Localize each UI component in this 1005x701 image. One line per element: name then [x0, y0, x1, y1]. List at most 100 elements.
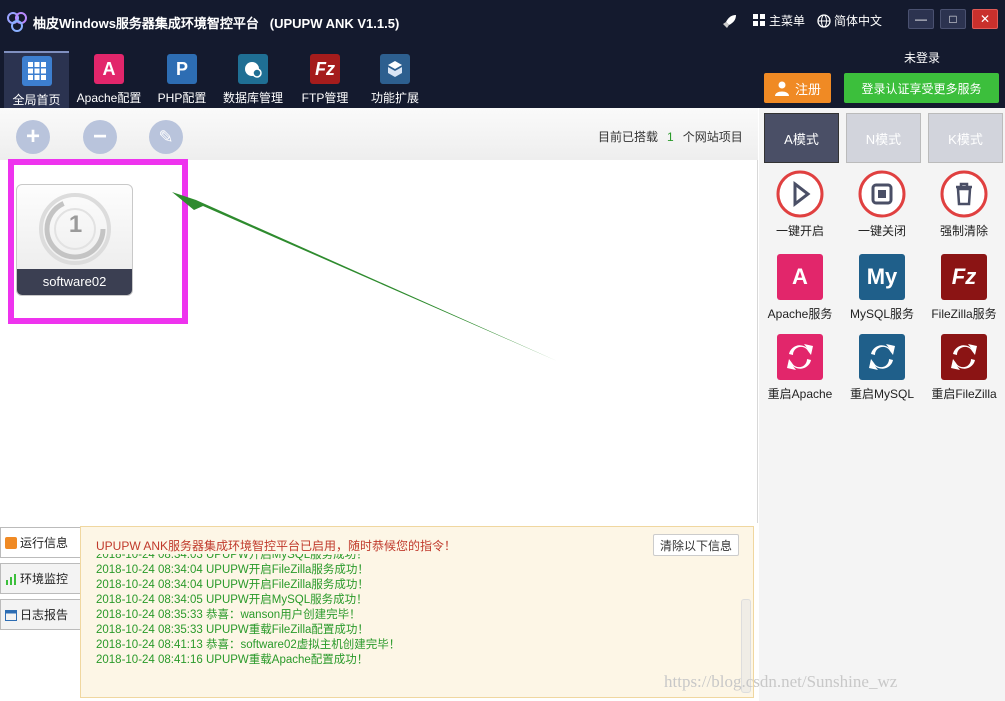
trash-icon — [940, 170, 988, 218]
title-bar: 柚皮Windows服务器集成环境智控平台 (UPUPW ANK V1.1.5) … — [0, 0, 1005, 44]
filezilla-icon: Fz — [310, 54, 340, 84]
toolbar-label-home: 全局首页 — [12, 93, 61, 107]
message-icon — [5, 536, 17, 549]
app-window: 柚皮Windows服务器集成环境智控平台 (UPUPW ANK V1.1.5) … — [0, 0, 1005, 701]
filezilla-service-label: FileZilla服务 — [931, 307, 997, 321]
force-clear-label: 强制清除 — [939, 224, 988, 238]
toolbar-item-php[interactable]: P PHP配置 — [152, 51, 212, 108]
restart-filezilla-button[interactable]: 重启FileZilla — [923, 333, 1005, 402]
site-count-prefix: 目前已搭载 — [598, 130, 659, 144]
minus-icon: − — [92, 123, 107, 150]
start-all-button[interactable]: 一键开启 — [759, 170, 841, 239]
toolbar-label-php: PHP配置 — [157, 91, 207, 105]
toolbar-label-extensions: 功能扩展 — [370, 91, 419, 105]
site-card[interactable]: 1 software02 — [16, 184, 133, 296]
filezilla-service-icon: Fz — [940, 253, 988, 301]
log-list: 2018-10-24 08:34:03 UPUPW开启MySQL服务成功！ 20… — [96, 554, 726, 697]
tab-env-monitor-label: 环境监控 — [20, 572, 69, 586]
close-icon: ✕ — [979, 12, 991, 26]
apache-service-label: Apache服务 — [767, 307, 833, 321]
toolbar-item-home[interactable]: 全局首页 — [4, 51, 69, 108]
filezilla-service-button[interactable]: Fz FileZilla服务 — [923, 253, 1005, 322]
stop-all-button[interactable]: 一键关闭 — [841, 170, 923, 239]
start-all-label: 一键开启 — [775, 224, 824, 238]
minimize-button[interactable]: — — [908, 9, 934, 29]
mysql-service-label: MySQL服务 — [849, 307, 914, 321]
mysql-service-icon: My — [858, 253, 906, 301]
log-line: 2018-10-24 08:35:33 UPUPW重载FileZilla配置成功… — [96, 624, 369, 636]
toolbar-item-extensions[interactable]: 功能扩展 — [365, 51, 425, 108]
globe-icon — [817, 13, 831, 28]
site-name: software02 — [17, 269, 132, 295]
pencil-icon: ✎ — [158, 126, 174, 147]
rocket-button[interactable] — [722, 13, 741, 29]
close-button[interactable]: ✕ — [972, 9, 998, 29]
apache-service-button[interactable]: A Apache服务 — [759, 253, 841, 322]
stop-all-label: 一键关闭 — [857, 224, 906, 238]
watermark: https://blog.csdn.net/Sunshine_wz — [664, 672, 898, 691]
main-menu-button[interactable]: 主菜单 — [753, 12, 805, 29]
site-count-suffix: 个网站项目 — [682, 130, 743, 144]
grid-menu-icon — [753, 14, 765, 26]
log-panel: UPUPW ANK服务器集成环境智控平台已启用，随时恭候您的指令！ 清除以下信息… — [80, 526, 754, 698]
tab-mode-n[interactable]: N模式 — [846, 113, 921, 163]
log-line: 2018-10-24 08:35:33 恭喜：wanson用户创建完毕！ — [96, 609, 361, 621]
window-title: 柚皮Windows服务器集成环境智控平台 (UPUPW ANK V1.1.5) — [33, 16, 400, 31]
home-grid-icon — [21, 56, 52, 86]
site-area: + − ✎ 目前已搭载 1 个网站项目 1 software02 — [0, 108, 758, 523]
toolbar-item-ftp[interactable]: Fz FTP管理 — [295, 51, 355, 108]
site-count-value: 1 — [667, 130, 674, 144]
language-label: 简体中文 — [834, 14, 883, 28]
edit-site-button[interactable]: ✎ — [149, 120, 183, 154]
restart-apache-button[interactable]: 重启Apache — [759, 333, 841, 402]
log-line: 2018-10-24 08:34:04 UPUPW开启FileZilla服务成功… — [96, 579, 369, 591]
restart-apache-icon — [776, 333, 824, 381]
tab-env-monitor[interactable]: 环境监控 — [0, 563, 81, 594]
extension-box-icon — [380, 54, 410, 84]
tab-mode-a[interactable]: A模式 — [764, 113, 839, 163]
toolbar-item-apache[interactable]: A Apache配置 — [73, 51, 145, 108]
restart-filezilla-label: 重启FileZilla — [931, 387, 997, 401]
toolbar-label-ftp: FTP管理 — [301, 91, 349, 105]
top-actions: 主菜单 简体中文 — [722, 12, 894, 29]
app-logo-icon — [7, 12, 27, 32]
toolbar-item-database[interactable]: 数据库管理 — [220, 51, 286, 108]
restart-mysql-label: 重启MySQL — [849, 387, 914, 401]
tab-run-info[interactable]: 运行信息 — [0, 527, 81, 558]
force-clear-button[interactable]: 强制清除 — [923, 170, 1005, 239]
toolbar-label-apache: Apache配置 — [76, 91, 142, 105]
maximize-button[interactable]: □ — [940, 9, 966, 29]
main-menu-label: 主菜单 — [769, 14, 806, 28]
main-toolbar: 全局首页 A Apache配置 P PHP配置 数据库管理 Fz FTP管理 功… — [0, 44, 1005, 108]
log-line: 2018-10-24 08:34:03 UPUPW开启MySQL服务成功！ — [96, 554, 368, 561]
login-button[interactable]: 登录认证享受更多服务 — [844, 73, 999, 103]
log-line: 2018-10-24 08:41:13 恭喜：software02虚拟主机创建完… — [96, 639, 401, 651]
tab-mode-k[interactable]: K模式 — [928, 113, 1003, 163]
calendar-icon — [5, 609, 17, 621]
minimize-icon: — — [915, 12, 927, 26]
register-button[interactable]: 注册 — [764, 73, 831, 103]
database-icon — [238, 54, 268, 84]
rocket-icon — [723, 14, 736, 28]
stop-icon — [858, 170, 906, 218]
chart-icon — [5, 573, 17, 585]
remove-site-button[interactable]: − — [83, 120, 117, 154]
plus-icon: + — [25, 123, 40, 150]
bottom-panel: 运行信息 环境监控 日志报告 UPUPW ANK服务器集成环境智控平台已启用，随… — [0, 523, 758, 701]
restart-mysql-icon — [858, 333, 906, 381]
log-line: 2018-10-24 08:34:04 UPUPW开启FileZilla服务成功… — [96, 564, 369, 576]
tab-run-info-label: 运行信息 — [20, 536, 69, 550]
maximize-icon: □ — [949, 12, 957, 26]
user-icon — [774, 81, 789, 96]
log-line: 2018-10-24 08:41:16 UPUPW重载Apache配置成功！ — [96, 654, 369, 666]
restart-apache-label: 重启Apache — [767, 387, 833, 401]
restart-mysql-button[interactable]: 重启MySQL — [841, 333, 923, 402]
language-button[interactable]: 简体中文 — [817, 12, 882, 29]
mysql-service-button[interactable]: My MySQL服务 — [841, 253, 923, 322]
clear-log-button[interactable]: 清除以下信息 — [653, 534, 739, 556]
site-number: 1 — [68, 211, 83, 238]
tab-log-report[interactable]: 日志报告 — [0, 599, 81, 630]
site-count: 目前已搭载 1 个网站项目 — [598, 128, 743, 145]
add-site-button[interactable]: + — [16, 120, 50, 154]
restart-filezilla-icon — [940, 333, 988, 381]
